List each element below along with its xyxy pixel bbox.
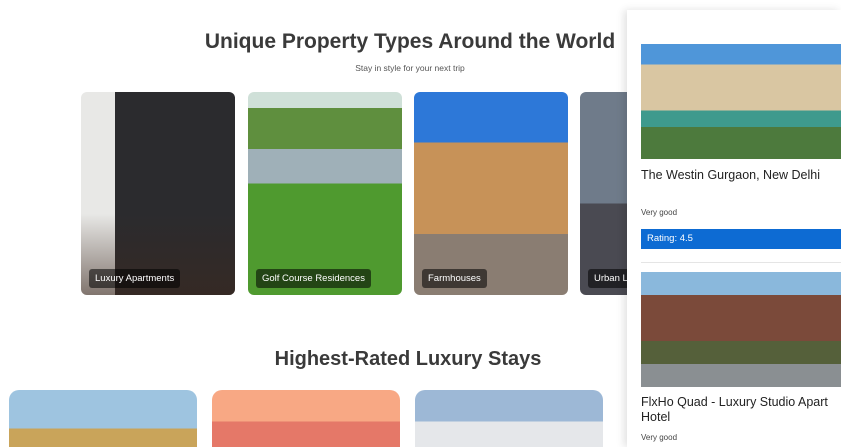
luxury-stay-card[interactable] — [212, 390, 400, 447]
property-types-title: Unique Property Types Around the World — [204, 30, 616, 53]
hotel-photo — [641, 272, 841, 387]
property-type-label: Farmhouses — [422, 269, 487, 288]
hotel-review-text: Very good — [641, 208, 678, 217]
hotel-name: The Westin Gurgaon, New Delhi — [641, 168, 821, 182]
hotel-review-text: Very good — [641, 433, 678, 442]
property-types-subtitle: Stay in style for your next trip — [355, 63, 465, 73]
property-type-label: Golf Course Residences — [256, 269, 371, 288]
luxury-stay-card[interactable] — [415, 390, 603, 447]
golf-course-image — [248, 92, 402, 295]
divider — [641, 262, 841, 263]
farmhouses-image — [414, 92, 568, 295]
hotel-card[interactable]: FlxHo Quad - Luxury Studio Apart Hotel V… — [641, 272, 841, 447]
hotel-side-panel: The Westin Gurgaon, New Delhi Very good … — [627, 10, 841, 447]
property-type-card-luxury-apartments[interactable]: Luxury Apartments — [81, 92, 235, 295]
property-type-label: Luxury Apartments — [89, 269, 181, 288]
property-type-card-golf-course[interactable]: Golf Course Residences — [248, 92, 402, 295]
hotel-card[interactable]: The Westin Gurgaon, New Delhi Very good … — [641, 44, 841, 264]
hotel-photo — [641, 44, 841, 159]
luxury-stays-title: Highest-Rated Luxury Stays — [274, 348, 542, 370]
luxury-apartments-image — [81, 92, 235, 295]
luxury-stay-card[interactable] — [9, 390, 197, 447]
hotel-rating-badge: Rating: 4.5 — [641, 229, 841, 249]
property-type-card-farmhouses[interactable]: Farmhouses — [414, 92, 568, 295]
hotel-name: FlxHo Quad - Luxury Studio Apart Hotel — [641, 395, 828, 424]
